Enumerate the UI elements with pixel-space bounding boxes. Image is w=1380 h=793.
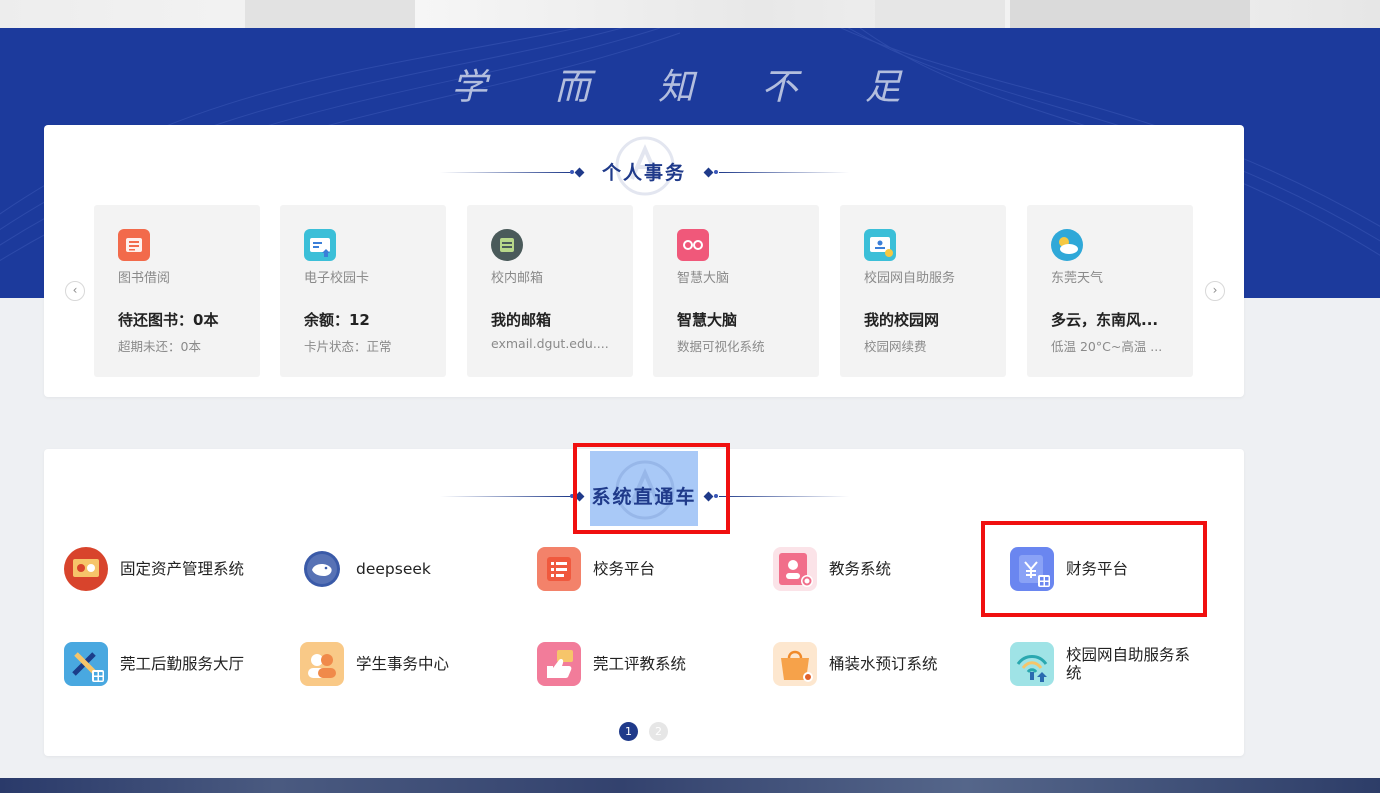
tile-main-text: 我的邮箱 — [491, 311, 552, 329]
network-service-icon — [864, 229, 896, 261]
system-label: 莞工评教系统 — [593, 655, 687, 673]
campus-card-icon — [304, 229, 336, 261]
tile-sub-text: 低温 20°C~高温 ... — [1051, 339, 1163, 354]
system-logistics-hall[interactable]: 莞工后勤服务大厅 — [64, 641, 274, 689]
system-label: 莞工后勤服务大厅 — [120, 655, 245, 673]
book-list-icon — [118, 229, 150, 261]
system-water-ordering[interactable]: 桶装水预订系统 — [773, 641, 983, 689]
system-student-affairs[interactable]: 学生事务中心 — [300, 641, 510, 689]
system-asset-management[interactable]: 固定资产管理系统 — [64, 546, 274, 594]
tile-name: 校内邮箱 — [491, 271, 544, 286]
student-affairs-icon — [300, 642, 344, 686]
annotation-box-system-title — [573, 443, 730, 534]
annotation-box-finance-platform — [981, 521, 1207, 617]
tile-name: 电子校园卡 — [304, 271, 370, 286]
tile-name: 东莞天气 — [1051, 271, 1104, 286]
deepseek-whale-icon — [300, 547, 344, 591]
tile-campus-card[interactable]: 电子校园卡 余额：12 卡片状态：正常 — [280, 205, 446, 377]
system-label: 校园网自助服务系统 — [1066, 646, 1191, 682]
tile-sub-text: 超期未还：0本 — [118, 339, 201, 354]
system-teaching-evaluation[interactable]: 莞工评教系统 — [537, 641, 747, 689]
tile-sub-text: 数据可视化系统 — [677, 339, 765, 354]
mailbox-icon — [491, 229, 523, 261]
personal-affairs-title: 个人事务 — [601, 162, 686, 184]
system-label: 学生事务中心 — [356, 655, 450, 673]
tile-sub-text: exmail.dgut.edu.... — [491, 336, 609, 351]
tile-sub-text: 卡片状态：正常 — [304, 339, 392, 354]
tile-library-borrowing[interactable]: 图书借阅 待还图书：0本 超期未还：0本 — [94, 205, 260, 377]
tile-smart-brain[interactable]: 智慧大脑 智慧大脑 数据可视化系统 — [653, 205, 819, 377]
tile-main-text: 余额：12 — [304, 311, 370, 329]
teaching-evaluation-icon — [537, 642, 581, 686]
tile-dongguan-weather[interactable]: 东莞天气 多云，东南风... 低温 20°C~高温 ... — [1027, 205, 1193, 377]
tile-sub-text: 校园网续费 — [864, 339, 927, 354]
personal-affairs-card: 个人事务 ‹ › 图书借阅 待还图书：0本 超期未还：0本 电子校园卡 余额：1… — [44, 125, 1244, 397]
system-label: deepseek — [356, 560, 431, 578]
top-photo-strip — [0, 0, 1380, 28]
tile-campus-mail[interactable]: 校内邮箱 我的邮箱 exmail.dgut.edu.... — [467, 205, 633, 377]
pager-page-2[interactable]: 2 — [649, 722, 668, 741]
system-campus-network-service[interactable]: 校园网自助服务系统 — [1010, 641, 1220, 689]
smart-glasses-icon — [677, 229, 709, 261]
carousel-next-button[interactable]: › — [1205, 281, 1225, 301]
campus-wifi-icon — [1010, 642, 1054, 686]
carousel-prev-button[interactable]: ‹ — [65, 281, 85, 301]
tile-campus-network[interactable]: 校园网自助服务 我的校园网 校园网续费 — [840, 205, 1006, 377]
system-label: 固定资产管理系统 — [120, 560, 245, 578]
academic-system-icon — [773, 547, 817, 591]
tile-name: 图书借阅 — [118, 271, 171, 286]
system-deepseek[interactable]: deepseek — [300, 546, 510, 594]
bottom-photo-strip — [0, 778, 1380, 793]
banner-motto: 学 而 知 不 足 — [451, 67, 929, 108]
tile-name: 校园网自助服务 — [864, 271, 956, 286]
tile-main-text: 智慧大脑 — [677, 311, 738, 329]
system-label: 校务平台 — [593, 560, 656, 578]
system-label: 教务系统 — [829, 560, 892, 578]
weather-cloud-icon — [1051, 229, 1083, 261]
asset-management-icon — [64, 547, 108, 591]
pager-page-1[interactable]: 1 — [619, 722, 638, 741]
tile-name: 智慧大脑 — [677, 271, 730, 286]
system-school-affairs[interactable]: 校务平台 — [537, 546, 747, 594]
tile-main-text: 我的校园网 — [864, 311, 940, 329]
logistics-tools-icon — [64, 642, 108, 686]
water-order-bag-icon — [773, 642, 817, 686]
tile-main-text: 待还图书：0本 — [118, 311, 219, 329]
system-academic-affairs[interactable]: 教务系统 — [773, 546, 983, 594]
school-affairs-icon — [537, 547, 581, 591]
system-label: 桶装水预订系统 — [829, 655, 938, 673]
tile-main-text: 多云，东南风... — [1051, 311, 1159, 329]
